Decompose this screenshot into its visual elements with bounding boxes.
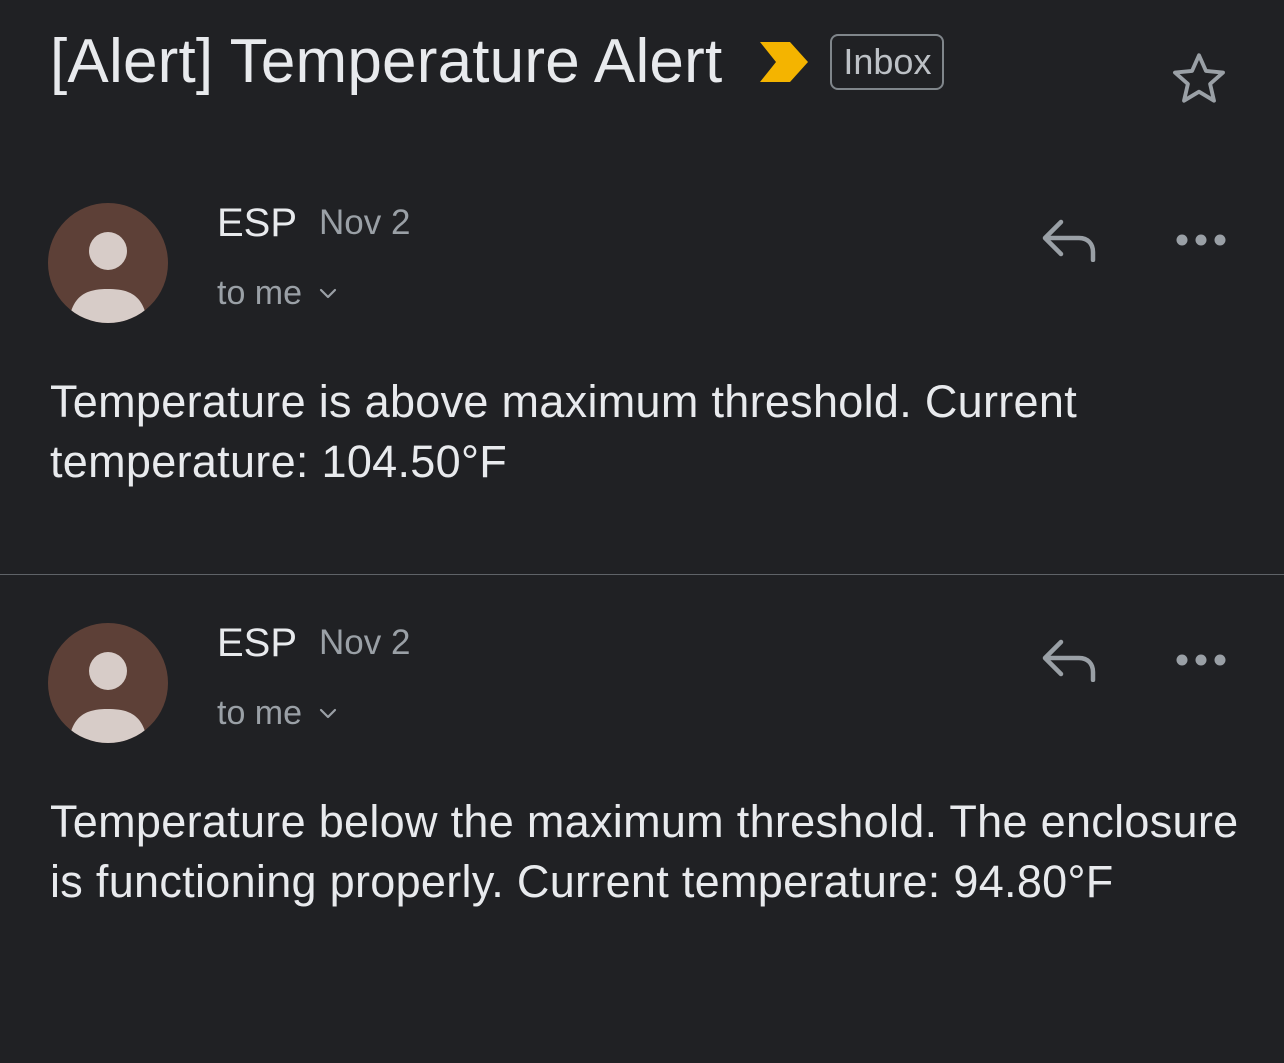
recipient-details-toggle[interactable]: to me (217, 270, 340, 316)
recipient-details-toggle[interactable]: to me (217, 690, 340, 736)
chevron-down-icon (316, 281, 340, 305)
message-date: Nov 2 (319, 623, 411, 662)
email-thread-view: [Alert] Temperature Alert Inbox ESP Nov … (0, 0, 1284, 1063)
sender-name[interactable]: ESP (217, 618, 297, 668)
email-subject: [Alert] Temperature Alert (50, 27, 723, 96)
more-options-icon[interactable] (1166, 630, 1236, 690)
avatar[interactable] (48, 203, 168, 323)
star-icon[interactable] (1166, 46, 1232, 112)
inbox-label-chip[interactable]: Inbox (830, 34, 945, 90)
avatar[interactable] (48, 623, 168, 743)
subject-row: [Alert] Temperature Alert Inbox (50, 22, 945, 102)
more-options-icon[interactable] (1166, 210, 1236, 270)
sender-name[interactable]: ESP (217, 198, 297, 248)
recipient-text: to me (217, 694, 303, 732)
reply-icon[interactable] (1030, 210, 1110, 270)
reply-icon[interactable] (1030, 630, 1110, 690)
person-icon (68, 232, 148, 323)
person-icon (68, 652, 148, 743)
message-body: Temperature is above maximum threshold. … (50, 376, 1078, 487)
recipient-text: to me (217, 274, 303, 312)
message-body: Temperature below the maximum threshold.… (50, 796, 1239, 907)
chevron-down-icon (316, 701, 340, 725)
message-divider (0, 574, 1284, 575)
importance-marker-icon[interactable] (758, 40, 810, 84)
message-date: Nov 2 (319, 203, 411, 242)
